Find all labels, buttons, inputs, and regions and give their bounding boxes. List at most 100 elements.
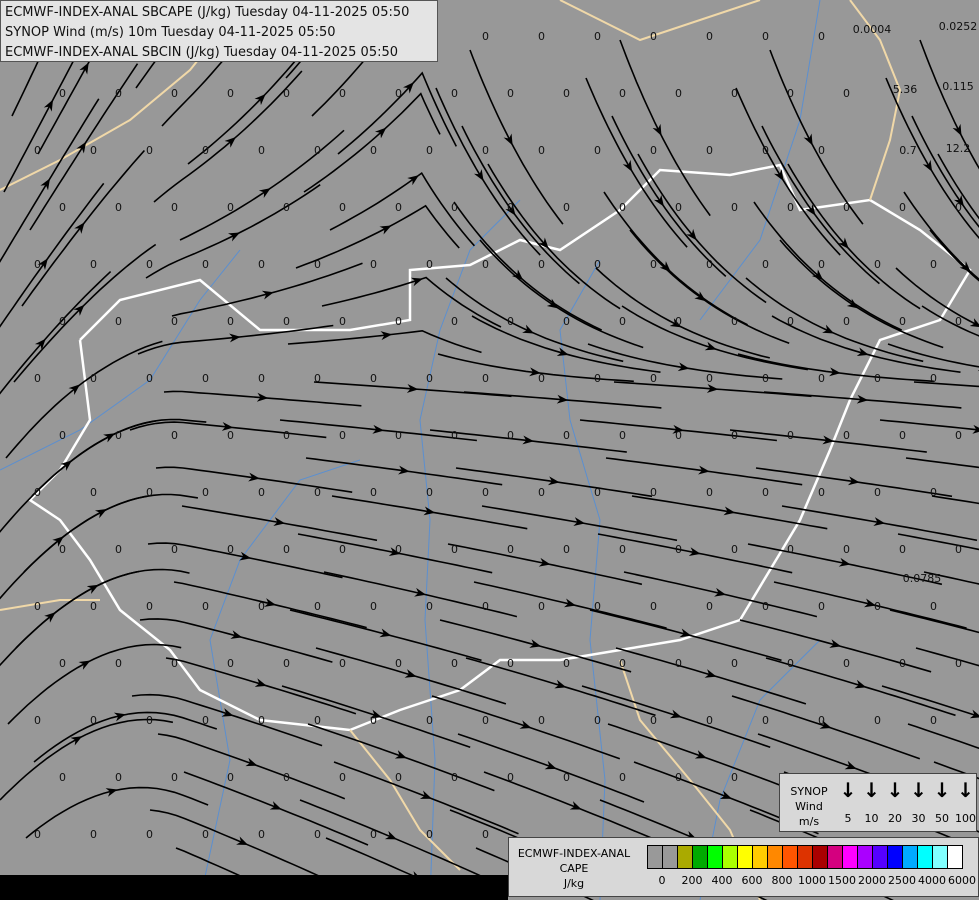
weather-map[interactable]: 0 0 0 0 0 0 0 0 0 0 0 0 0 0 0 0 0 0 0 0 0 0 0 0 0 0 0 0 0 0 0 0 0 0 0 0 0 0 0 0… — [0, 0, 979, 900]
cin-value-label: 0 — [426, 486, 433, 499]
cape-color-swatch — [798, 846, 813, 868]
streamline — [227, 426, 327, 439]
streamline — [82, 63, 139, 147]
map-title-box: ECMWF-INDEX-ANAL SBCAPE (J/kg) Tuesday 0… — [0, 0, 438, 62]
cin-value-label: 0 — [395, 201, 402, 214]
cin-value-label: 0 — [283, 771, 290, 784]
streamline — [386, 329, 482, 354]
streamline — [29, 141, 87, 231]
streamline — [59, 495, 148, 541]
cape-legend: ECMWF-INDEX-ANAL CAPE J/kg 0 200 400 600 800… — [508, 837, 979, 897]
streamline — [911, 115, 964, 207]
streamline — [678, 429, 777, 442]
cape-color-swatch — [708, 846, 723, 868]
cin-value-label: 0 — [370, 714, 377, 727]
cin-value-label: 0 — [762, 486, 769, 499]
cin-value-label: 0 — [762, 258, 769, 271]
streamline — [889, 609, 979, 634]
cin-value-label: 0 — [731, 87, 738, 100]
cin-value-label: 0 — [59, 543, 66, 556]
cin-value-label: 0 — [482, 486, 489, 499]
cin-value-label: 0 — [899, 429, 906, 442]
map-edge-strip — [0, 875, 508, 900]
cin-value-label: 0 — [482, 258, 489, 271]
streamline — [261, 683, 357, 715]
cin-value-label: 0 — [594, 258, 601, 271]
cin-value-label: 0 — [451, 201, 458, 214]
cin-value-label: 0 — [619, 543, 626, 556]
cin-value-label: 0 — [171, 429, 178, 442]
streamline — [897, 533, 979, 551]
streamline — [763, 391, 869, 404]
cin-value-label: 0 — [395, 657, 402, 670]
streamline — [112, 786, 209, 806]
cin-value-label: 0 — [538, 372, 545, 385]
cin-value-label: 0 — [955, 201, 962, 214]
cin-value-label: 0 — [538, 258, 545, 271]
streamline — [481, 505, 586, 526]
streamline — [5, 384, 81, 459]
cin-value-label: 0 — [563, 771, 570, 784]
cin-value-label: 0 — [227, 201, 234, 214]
cin-value-label: 5.36 — [893, 83, 918, 96]
streamline — [735, 87, 784, 182]
streamline — [3, 99, 54, 193]
cin-value-label: 0 — [930, 258, 937, 271]
cin-value-label: 0 — [955, 429, 962, 442]
cin-value-label: 0 — [283, 543, 290, 556]
streamline — [0, 258, 48, 328]
cin-value-label: 0 — [395, 771, 402, 784]
cin-value-label: 0 — [339, 543, 346, 556]
streamline — [445, 277, 535, 334]
cape-color-swatch — [648, 846, 663, 868]
streamline — [15, 584, 99, 649]
streamlines-layer — [0, 0, 979, 900]
cin-value-label: 0 — [563, 87, 570, 100]
cin-value-label: 0 — [538, 714, 545, 727]
cin-value-label: 0 — [339, 87, 346, 100]
cin-value-label: 0 — [955, 543, 962, 556]
cin-value-label: 0.0252 — [939, 20, 978, 33]
streamline — [729, 511, 828, 530]
streamline — [937, 153, 979, 220]
cape-color-swatch — [918, 846, 933, 868]
cin-value-label: 0 — [227, 771, 234, 784]
cin-value-label: 0 — [930, 372, 937, 385]
cin-value-label: 0 — [426, 828, 433, 841]
cape-legend-unit: J/kg — [563, 877, 585, 890]
streamline — [378, 429, 477, 442]
streamline — [157, 733, 258, 767]
cin-value-label: 0 — [34, 714, 41, 727]
streamline — [631, 495, 736, 516]
cin-value-label: 0 — [874, 258, 881, 271]
cin-value-label: 0 — [930, 600, 937, 613]
streamline — [811, 210, 880, 285]
streamline — [607, 723, 707, 759]
rivers-layer — [0, 0, 821, 900]
streamline — [966, 267, 979, 281]
wind-speed-label: 20 — [888, 812, 902, 825]
cape-color-swatch — [828, 846, 843, 868]
streamline — [781, 505, 886, 526]
cin-value-label: 0 — [930, 486, 937, 499]
wind-speed-label: 30 — [911, 812, 926, 825]
cin-value-label: 0 — [650, 30, 657, 43]
cin-value-label: 0 — [339, 771, 346, 784]
cin-value-label: 0 — [507, 543, 514, 556]
streamline — [313, 381, 419, 393]
wind-legend-item: ↓ 10 — [861, 778, 883, 825]
cin-value-label: 0 — [171, 315, 178, 328]
streamline — [21, 222, 85, 307]
cin-value-label: 0 — [314, 372, 321, 385]
streamline — [862, 398, 962, 409]
cin-value-label: 0 — [619, 771, 626, 784]
cin-value-label: 0 — [227, 315, 234, 328]
cin-value-label: 0 — [507, 201, 514, 214]
streamline — [303, 127, 387, 193]
cin-value-label: 0 — [650, 372, 657, 385]
streamline — [761, 125, 816, 216]
streamline — [461, 125, 516, 216]
cin-value-label: 0 — [482, 372, 489, 385]
streamline — [7, 660, 91, 725]
streamline — [913, 381, 979, 388]
